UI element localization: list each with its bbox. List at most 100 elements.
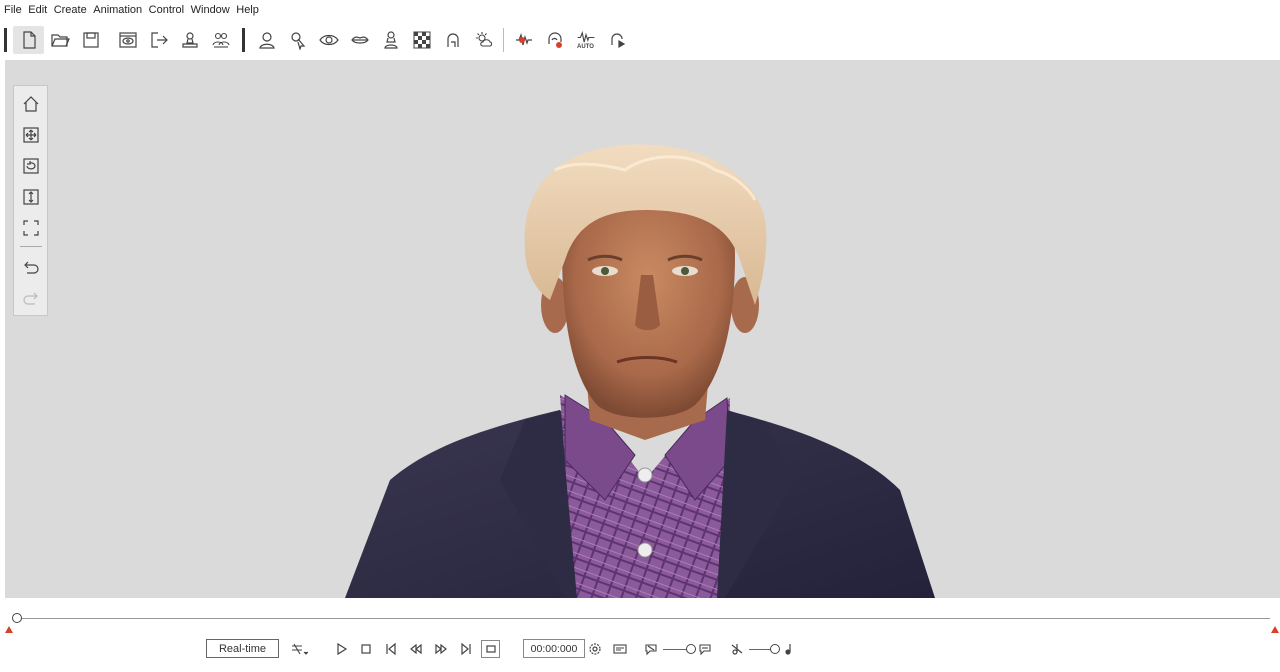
menu-control[interactable]: Control xyxy=(149,4,191,16)
head-icon xyxy=(446,33,459,47)
tools-separator xyxy=(19,246,42,248)
checker-button[interactable] xyxy=(406,26,437,54)
toolbar-grip xyxy=(4,28,7,52)
timeline-panel: Real-time 00:00:000 xyxy=(0,600,1280,672)
head-button[interactable] xyxy=(437,26,468,54)
loop-button[interactable] xyxy=(481,640,500,658)
stamp-button[interactable] xyxy=(174,26,205,54)
new-file-button[interactable] xyxy=(13,26,44,54)
open-folder-icon xyxy=(50,34,70,47)
home-icon xyxy=(23,96,38,113)
mute-dialog-button[interactable] xyxy=(642,640,660,658)
step-back-icon xyxy=(410,643,422,655)
auto-label: AUTO xyxy=(577,43,594,50)
stamp-icon xyxy=(181,32,198,48)
timeline-playhead[interactable] xyxy=(12,613,22,623)
lips-icon xyxy=(350,36,369,44)
menu-file[interactable]: File xyxy=(4,4,28,16)
redo-button[interactable] xyxy=(17,284,45,313)
gear-icon xyxy=(589,643,601,655)
menu-animation[interactable]: Animation xyxy=(93,4,148,16)
speed-icon xyxy=(292,643,308,655)
export-button[interactable] xyxy=(143,26,174,54)
rotate-button[interactable] xyxy=(17,152,45,181)
home-button[interactable] xyxy=(17,90,45,119)
audio-record-icon xyxy=(515,32,532,46)
stop-button[interactable] xyxy=(357,640,375,658)
subtitle-button[interactable] xyxy=(611,640,629,658)
speech-off-icon xyxy=(645,644,657,656)
toolbar-separator-2 xyxy=(503,28,504,52)
move-button[interactable] xyxy=(17,121,45,150)
crowd-button[interactable] xyxy=(205,26,236,54)
timeline-scrubber[interactable] xyxy=(16,618,1270,619)
frame-icon xyxy=(22,220,39,236)
save-icon xyxy=(82,32,99,48)
loop-icon xyxy=(485,645,496,653)
frame-button[interactable] xyxy=(17,213,45,242)
redo-icon xyxy=(22,292,38,305)
auto-wave-icon xyxy=(577,30,594,42)
next-frame-button[interactable] xyxy=(457,640,475,658)
move-icon xyxy=(22,127,39,143)
audio-record-button[interactable] xyxy=(508,26,539,54)
music-off-icon xyxy=(731,644,743,655)
range-start-marker[interactable] xyxy=(5,626,13,633)
menu-help[interactable]: Help xyxy=(236,4,265,16)
new-file-icon xyxy=(22,31,36,49)
step-back-button[interactable] xyxy=(407,640,425,658)
select-icon xyxy=(290,32,305,50)
preview-button[interactable] xyxy=(112,26,143,54)
dialog-button[interactable] xyxy=(696,640,714,658)
skip-start-icon xyxy=(386,642,396,656)
bust-button[interactable] xyxy=(375,26,406,54)
previous-frame-button[interactable] xyxy=(382,640,400,658)
menu-bar: File Edit Create Animation Control Windo… xyxy=(0,0,1280,20)
avatar-model xyxy=(345,144,935,598)
lips-button[interactable] xyxy=(344,26,375,54)
menu-edit[interactable]: Edit xyxy=(28,4,53,16)
step-forward-button[interactable] xyxy=(432,640,450,658)
main-toolbar: AUTO xyxy=(0,22,1280,58)
bust-icon xyxy=(383,31,398,49)
3d-viewport[interactable] xyxy=(5,60,1280,598)
export-icon xyxy=(150,32,168,48)
head-play-icon xyxy=(610,33,625,49)
dialog-volume-knob[interactable] xyxy=(686,644,696,654)
speech-icon xyxy=(699,644,711,656)
rotate-icon xyxy=(22,158,39,174)
head-play-button[interactable] xyxy=(601,26,632,54)
zoom-icon xyxy=(22,189,39,205)
realtime-button[interactable]: Real-time xyxy=(206,639,279,658)
avatar-button[interactable] xyxy=(251,26,282,54)
preview-icon xyxy=(118,32,137,48)
music-icon xyxy=(785,644,791,655)
open-folder-button[interactable] xyxy=(44,26,75,54)
lighting-button[interactable] xyxy=(468,26,499,54)
undo-button[interactable] xyxy=(17,253,45,282)
lighting-icon xyxy=(475,32,492,47)
speed-dropdown[interactable] xyxy=(287,640,311,658)
auto-wave-button[interactable]: AUTO xyxy=(570,26,601,54)
save-button[interactable] xyxy=(75,26,106,54)
time-settings-button[interactable] xyxy=(586,640,604,658)
skip-end-icon xyxy=(461,642,471,656)
range-end-marker[interactable] xyxy=(1271,626,1279,633)
checker-icon xyxy=(413,31,430,49)
menu-create[interactable]: Create xyxy=(54,4,94,16)
stop-icon xyxy=(361,644,371,654)
select-button[interactable] xyxy=(282,26,313,54)
face-record-icon xyxy=(547,32,562,48)
toolbar-separator xyxy=(242,28,245,52)
eye-button[interactable] xyxy=(313,26,344,54)
play-button[interactable] xyxy=(332,640,350,658)
music-button[interactable] xyxy=(780,640,798,658)
time-display[interactable]: 00:00:000 xyxy=(523,639,585,658)
face-record-button[interactable] xyxy=(539,26,570,54)
crowd-icon xyxy=(211,32,230,48)
music-volume-knob[interactable] xyxy=(770,644,780,654)
menu-window[interactable]: Window xyxy=(191,4,237,16)
zoom-button[interactable] xyxy=(17,183,45,212)
eye-icon xyxy=(318,34,339,46)
mute-music-button[interactable] xyxy=(728,640,746,658)
